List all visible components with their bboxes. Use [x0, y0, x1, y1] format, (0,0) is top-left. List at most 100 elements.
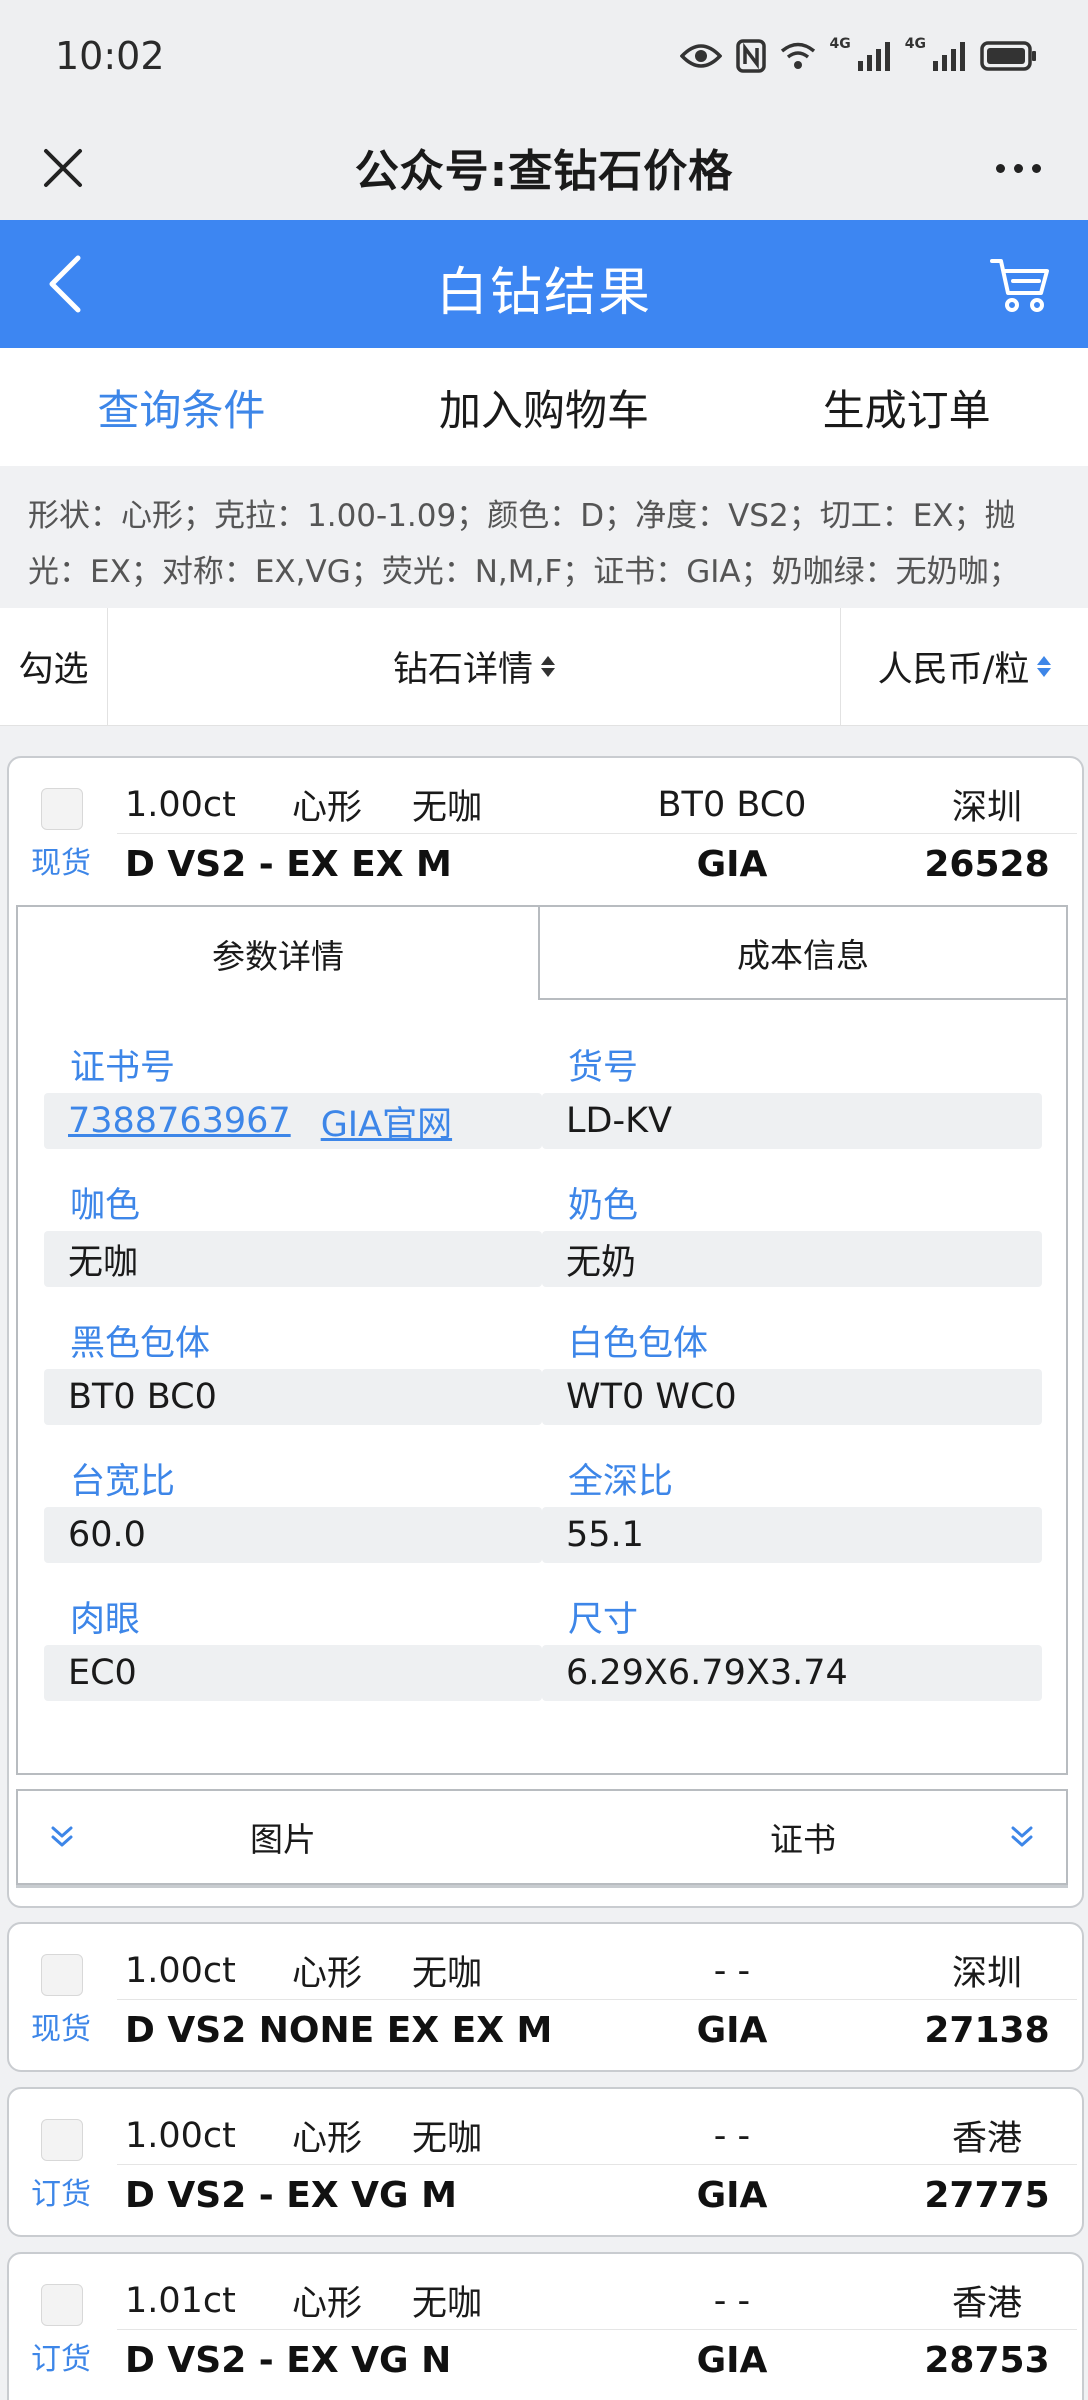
grade: D VS2 - EX VG N — [125, 2339, 452, 2381]
grade: D VS2 - EX VG M — [125, 2174, 457, 2216]
create-order-button[interactable]: 生成订单 — [725, 348, 1088, 466]
location: 深圳 — [951, 1954, 1022, 1994]
inclusion: BT0 BC0 — [657, 784, 807, 825]
table-ratio-label: 台宽比 — [70, 1462, 176, 1502]
diamond-summary-row: 1.00ct 心形 无咖 - - 深圳 — [117, 1942, 1077, 2000]
location: 香港 — [951, 2284, 1022, 2324]
double-chevron-down-icon[interactable] — [1008, 1823, 1036, 1851]
stock-status: 订货 — [31, 2177, 91, 2212]
white-inclusion-value: WT0 WC0 — [542, 1369, 1042, 1425]
black-inclusion-label: 黑色包体 — [70, 1324, 211, 1364]
more-icon[interactable] — [978, 135, 1058, 201]
column-header-detail-label: 钻石详情 — [392, 650, 533, 690]
select-checkbox[interactable] — [41, 2119, 83, 2161]
network-label: 4G — [829, 36, 851, 52]
filter-line: 形状：心形；克拉：1.00-1.09；颜色：D；净度：VS2；切工：EX；抛 — [28, 498, 1016, 534]
brown-label: 咖色 — [70, 1186, 141, 1226]
detail-tabs: 参数详情 成本信息 — [18, 907, 1066, 1000]
tab-cost[interactable]: 成本信息 — [540, 907, 1066, 1000]
table-header: 勾选 钻石详情 人民币/粒 — [0, 608, 1088, 726]
black-inclusion-value: BT0 BC0 — [44, 1369, 542, 1425]
milky-value: 无奶 — [542, 1231, 1042, 1287]
cert-no-value: 7388763967 GIA官网 — [44, 1093, 542, 1149]
shape: 心形 — [292, 788, 363, 828]
white-inclusion-label: 白色包体 — [568, 1324, 709, 1364]
double-chevron-down-icon[interactable] — [48, 1823, 76, 1851]
location: 深圳 — [951, 788, 1022, 828]
battery-icon — [980, 41, 1038, 71]
media-bar: 图片 证书 — [16, 1789, 1068, 1885]
carat: 1.00ct — [125, 1950, 236, 1991]
signal-4g-icon — [857, 41, 891, 71]
cert-no-label: 证书号 — [70, 1048, 176, 1088]
milky-label: 奶色 — [568, 1186, 639, 1226]
inclusion: - - — [713, 2115, 751, 2156]
lab: GIA — [696, 2009, 768, 2051]
price: 26528 — [924, 843, 1050, 885]
sort-icon[interactable] — [1037, 656, 1052, 677]
diamond-grade-row: D VS2 - EX VG N GIA 28753 — [117, 2330, 1077, 2390]
shape: 心形 — [292, 2119, 363, 2159]
column-header-price[interactable]: 人民币/粒 — [841, 608, 1088, 725]
tint: 无咖 — [412, 2284, 483, 2324]
eye-clean-value: EC0 — [44, 1645, 542, 1701]
filter-summary: 形状：心形；克拉：1.00-1.09；颜色：D；净度：VS2；切工：EX；抛 光… — [0, 466, 1088, 608]
shape: 心形 — [292, 2284, 363, 2324]
diamond-card[interactable]: 订货 1.00ct 心形 无咖 - - 香港 D VS2 - EX VG M G… — [7, 2087, 1084, 2237]
query-conditions-button[interactable]: 查询条件 — [0, 348, 363, 466]
location: 香港 — [951, 2119, 1022, 2159]
inclusion: - - — [713, 2280, 751, 2321]
column-header-price-label: 人民币/粒 — [877, 650, 1030, 690]
diamond-summary-row: 1.01ct 心形 无咖 - - 香港 — [117, 2272, 1077, 2330]
stock-no-label: 货号 — [568, 1048, 639, 1088]
stock-no-value: LD-KV — [542, 1093, 1042, 1149]
price: 28753 — [924, 2339, 1050, 2381]
depth-ratio-label: 全深比 — [568, 1462, 674, 1502]
detail-panel: 参数详情 成本信息 证书号 货号 7388763967 GIA官网 LD-KV … — [16, 905, 1068, 1775]
tab-params[interactable]: 参数详情 — [18, 907, 540, 1000]
diamond-grade-row: D VS2 NONE EX EX M GIA 27138 — [117, 2000, 1077, 2060]
wifi-icon — [780, 41, 816, 71]
select-checkbox[interactable] — [41, 1954, 83, 1996]
eye-clean-label: 肉眼 — [70, 1600, 141, 1640]
result-header: 白钻结果 — [0, 220, 1088, 348]
select-checkbox[interactable] — [41, 2284, 83, 2326]
stock-status: 现货 — [31, 846, 91, 881]
status-bar: 10:02 4G 4G — [0, 0, 1088, 115]
tint: 无咖 — [412, 788, 483, 828]
action-bar: 查询条件 加入购物车 生成订单 — [0, 348, 1088, 466]
add-to-cart-button[interactable]: 加入购物车 — [363, 348, 726, 466]
page-title: 白钻结果 — [435, 263, 652, 323]
cart-icon — [990, 259, 1049, 312]
cart-button[interactable] — [980, 244, 1060, 324]
price: 27775 — [924, 2174, 1050, 2216]
images-toggle[interactable]: 图片 — [250, 1791, 316, 1883]
brown-value: 无咖 — [44, 1231, 542, 1287]
status-time: 10:02 — [55, 34, 165, 78]
diamond-card[interactable]: 订货 1.01ct 心形 无咖 - - 香港 D VS2 - EX VG N G… — [7, 2252, 1084, 2400]
cert-no-link[interactable]: 7388763967 — [68, 1101, 291, 1141]
lab: GIA — [696, 843, 768, 885]
shape: 心形 — [292, 1954, 363, 1994]
select-checkbox[interactable] — [41, 788, 83, 830]
diamond-card[interactable]: 现货 1.00ct 心形 无咖 - - 深圳 D VS2 NONE EX EX … — [7, 1922, 1084, 2072]
stock-status: 订货 — [31, 2342, 91, 2377]
app-title: 公众号:查钻石价格 — [354, 146, 734, 197]
diamond-grade-row: D VS2 - EX VG M GIA 27775 — [117, 2165, 1077, 2225]
diamond-summary-row: 1.00ct 心形 无咖 - - 香港 — [117, 2107, 1077, 2165]
certificate-toggle[interactable]: 证书 — [770, 1791, 836, 1883]
gia-website-link[interactable]: GIA官网 — [321, 1096, 452, 1147]
column-header-detail[interactable]: 钻石详情 — [108, 608, 841, 725]
table-ratio-value: 60.0 — [44, 1507, 542, 1563]
size-value: 6.29X6.79X3.74 — [542, 1645, 1042, 1701]
eye-icon — [679, 42, 722, 70]
size-label: 尺寸 — [568, 1600, 639, 1640]
grade: D VS2 NONE EX EX M — [125, 2009, 553, 2051]
tint: 无咖 — [412, 1954, 483, 1994]
column-header-check: 勾选 — [0, 608, 108, 725]
sort-icon[interactable] — [541, 656, 555, 677]
lab: GIA — [696, 2174, 768, 2216]
stock-status: 现货 — [31, 2012, 91, 2047]
price: 27138 — [924, 2009, 1050, 2051]
inclusion: - - — [713, 1950, 751, 1991]
